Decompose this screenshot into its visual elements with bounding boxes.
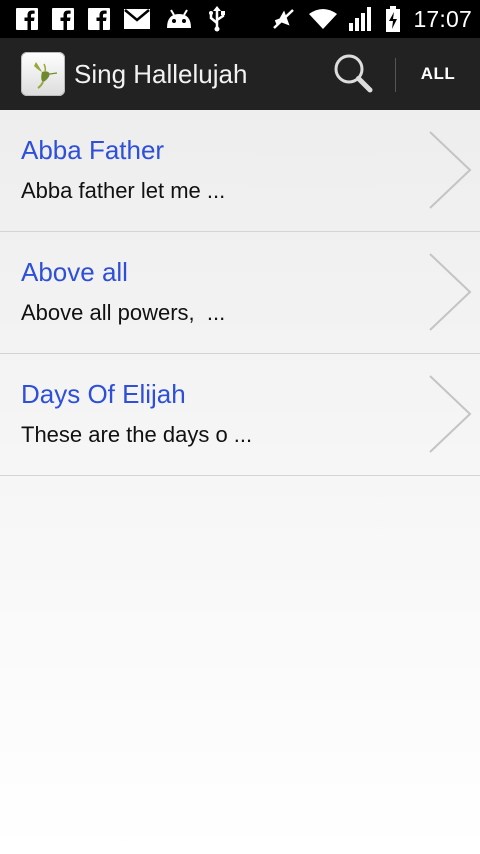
chevron-right-icon — [426, 252, 474, 337]
app-title: Sing Hallelujah — [74, 58, 248, 89]
song-preview: Abba father let me ... — [21, 178, 226, 203]
mute-icon — [271, 7, 297, 31]
battery-charging-icon — [385, 6, 401, 32]
facebook-icon — [88, 8, 110, 30]
signal-icon — [349, 7, 373, 31]
wifi-icon — [309, 8, 338, 30]
list-item[interactable]: Above all Above all powers, ... — [0, 232, 480, 354]
song-title: Days Of Elijah — [21, 379, 186, 409]
filter-all-button[interactable]: ALL — [408, 38, 468, 110]
search-icon — [332, 52, 374, 99]
action-divider — [395, 58, 396, 92]
android-icon — [164, 8, 194, 30]
song-title: Abba Father — [21, 135, 165, 165]
song-title: Above all — [21, 257, 128, 287]
list-item[interactable]: Days Of Elijah These are the days o ... — [0, 354, 480, 476]
mail-icon — [124, 9, 150, 29]
hummingbird-icon[interactable] — [21, 52, 65, 96]
chevron-right-icon — [426, 130, 474, 215]
facebook-icon — [16, 8, 38, 30]
status-bar: 17:07 — [0, 0, 480, 38]
chevron-right-icon — [426, 374, 474, 459]
song-list: Abba Father Abba father let me ... Above… — [0, 110, 480, 476]
list-item[interactable]: Abba Father Abba father let me ... — [0, 110, 480, 232]
song-preview: Above all powers, ... — [21, 300, 226, 325]
search-button[interactable] — [326, 48, 380, 102]
song-preview: These are the days o ... — [21, 422, 253, 447]
facebook-icon — [52, 8, 74, 30]
status-time: 17:07 — [413, 5, 472, 32]
action-bar: Sing Hallelujah ALL — [0, 38, 480, 110]
usb-icon — [208, 6, 226, 32]
